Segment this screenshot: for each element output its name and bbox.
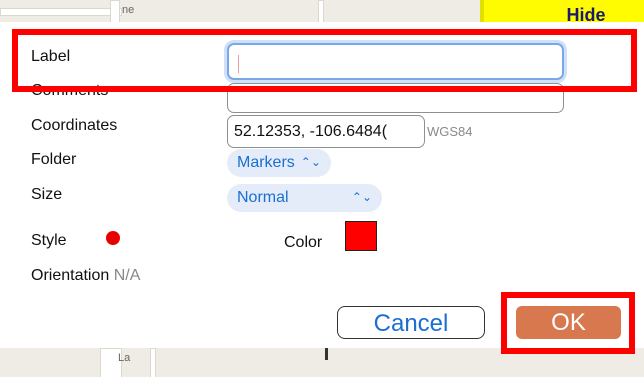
- color-field-label: Color: [284, 234, 323, 251]
- cancel-button[interactable]: Cancel: [337, 306, 485, 339]
- map-road: [150, 348, 156, 377]
- chevron-updown-icon: ⌃⌄: [351, 190, 372, 204]
- map-road: [110, 0, 120, 22]
- marker-edit-panel: Label Comments Coordinates 52.12353, -10…: [0, 22, 644, 348]
- label-field-label: Label: [31, 48, 71, 65]
- size-select[interactable]: Normal ⌃⌄: [227, 184, 382, 212]
- orientation-row: Orientation N/A: [31, 267, 140, 285]
- ok-button[interactable]: OK: [516, 306, 621, 339]
- coordinates-input[interactable]: 52.12353, -106.6484(: [227, 115, 425, 148]
- label-input[interactable]: [227, 43, 564, 80]
- map-street-label: La: [118, 352, 131, 364]
- style-marker-dot[interactable]: [106, 231, 120, 245]
- folder-select[interactable]: Markers ⌃⌄: [227, 149, 331, 177]
- text-caret: [238, 55, 239, 73]
- color-swatch[interactable]: [345, 221, 377, 251]
- folder-field-label: Folder: [31, 151, 77, 168]
- chevron-updown-icon: ⌃⌄: [300, 155, 321, 169]
- style-field-label: Style: [31, 232, 67, 249]
- map-road: [318, 0, 324, 22]
- orientation-field-label: Orientation: [31, 267, 110, 284]
- size-field-label: Size: [31, 186, 63, 203]
- map-street-label: ne: [122, 4, 135, 16]
- comments-input[interactable]: [227, 83, 564, 113]
- coordinate-system-label: WGS84: [427, 124, 473, 139]
- coordinates-field-label: Coordinates: [31, 117, 118, 134]
- map-road: [0, 8, 122, 16]
- map-background-bottom: La: [0, 348, 644, 377]
- orientation-value: N/A: [113, 267, 141, 284]
- map-road: [325, 348, 328, 360]
- comments-field-label: Comments: [31, 82, 109, 99]
